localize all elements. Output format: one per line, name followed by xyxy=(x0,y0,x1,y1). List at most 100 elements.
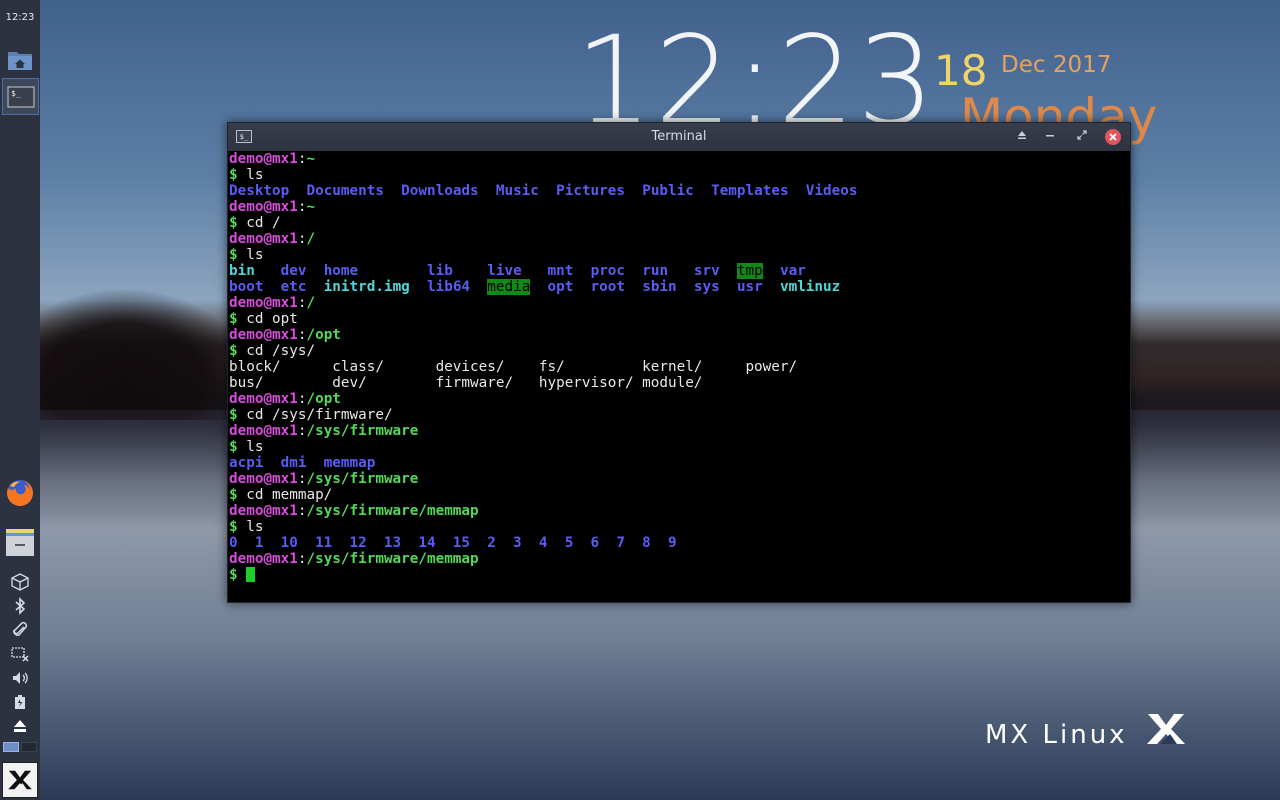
trees-left xyxy=(40,290,250,420)
shade-button[interactable] xyxy=(1014,129,1030,145)
output-entry: boot xyxy=(229,279,264,295)
output-entry: sys xyxy=(693,279,720,295)
output-entry: 0 1 10 11 12 13 14 15 2 3 4 5 6 7 8 9 xyxy=(229,535,677,551)
prompt-user: demo xyxy=(229,295,264,311)
terminal-line: demo@mx1:~ xyxy=(229,199,1129,215)
terminal-line: demo@mx1:/opt xyxy=(229,327,1129,343)
output-entry: Pictures xyxy=(556,183,625,199)
prompt-path: / xyxy=(306,231,316,247)
prompt-user: demo xyxy=(229,551,264,567)
command-text: cd /sys/firmware/ xyxy=(246,407,393,423)
terminal-line: demo@mx1:/opt xyxy=(229,391,1129,407)
output-entry: srv xyxy=(693,263,720,279)
prompt-path: /sys/firmware xyxy=(306,423,419,439)
terminal-line: demo@mx1:/sys/firmware/memmap xyxy=(229,551,1129,567)
prompt-dollar: $ xyxy=(229,167,238,183)
clipboard-tray-item[interactable] xyxy=(8,620,32,640)
mx-menu-icon xyxy=(8,770,32,790)
prompt-host: @mx1 xyxy=(263,151,298,167)
prompt-dollar: $ xyxy=(229,567,238,583)
panel-clock[interactable]: 12:23 xyxy=(0,12,40,23)
prompt-dollar: $ xyxy=(229,487,238,503)
terminal-line: demo@mx1:~ xyxy=(229,151,1129,167)
prompt-user: demo xyxy=(229,503,264,519)
file-manager-launcher[interactable] xyxy=(2,524,38,560)
prompt-host: @mx1 xyxy=(263,231,298,247)
close-button[interactable] xyxy=(1105,129,1121,145)
prompt-user: demo xyxy=(229,391,264,407)
terminal-line: demo@mx1:/sys/firmware xyxy=(229,423,1129,439)
prompt-user: demo xyxy=(229,423,264,439)
prompt-host: @mx1 xyxy=(263,199,298,215)
terminal-window[interactable]: $_ Terminal demo@mx1:~ $ ls Desktop Docume… xyxy=(227,122,1131,603)
workspace-2[interactable] xyxy=(21,742,37,752)
output-entry: mnt xyxy=(547,263,574,279)
terminal-launcher[interactable]: $_ xyxy=(2,78,39,115)
close-icon xyxy=(1109,133,1117,141)
output-text: block/ class/ devices/ fs/ kernel/ power… xyxy=(229,359,798,375)
package-tray-item[interactable] xyxy=(8,572,32,592)
mx-menu-button[interactable] xyxy=(2,762,38,798)
output-entry: initrd.img xyxy=(323,279,410,295)
output-entry: Public xyxy=(642,183,694,199)
output-entry: root xyxy=(590,279,626,295)
output-entry: media xyxy=(487,279,531,295)
terminal-line: $ ls xyxy=(229,247,1129,263)
terminal-line: block/ class/ devices/ fs/ kernel/ power… xyxy=(229,359,1129,375)
firefox-launcher[interactable] xyxy=(2,475,38,511)
screenshot-tray-item[interactable] xyxy=(8,644,32,664)
battery-tray-item[interactable] xyxy=(8,692,32,712)
package-icon xyxy=(11,573,29,591)
terminal-line: bus/ dev/ firmware/ hypervisor/ module/ xyxy=(229,375,1129,391)
firefox-icon xyxy=(6,480,34,506)
workspace-1[interactable] xyxy=(3,742,19,752)
output-entry: proc xyxy=(590,263,626,279)
vertical-panel: 12:23 $_ xyxy=(0,0,40,800)
minimize-button[interactable] xyxy=(1042,129,1058,145)
svg-text:$_: $_ xyxy=(11,89,21,98)
home-folder-icon xyxy=(8,52,32,70)
prompt-path: ~ xyxy=(306,199,316,215)
output-entry: Templates xyxy=(711,183,789,199)
command-text: cd / xyxy=(246,215,281,231)
home-folder-launcher[interactable] xyxy=(2,42,38,78)
terminal-icon: $_ xyxy=(7,86,34,107)
prompt-dollar: $ xyxy=(229,247,238,263)
prompt-path: / xyxy=(306,295,316,311)
volume-tray-item[interactable] xyxy=(8,668,32,688)
terminal-line: $ ls xyxy=(229,519,1129,535)
terminal-titlebar[interactable]: $_ Terminal xyxy=(228,123,1130,151)
prompt-user: demo xyxy=(229,151,264,167)
prompt-path: /opt xyxy=(306,391,341,407)
bluetooth-tray-item[interactable] xyxy=(8,596,32,616)
output-entry: lib xyxy=(427,263,453,279)
terminal-output[interactable]: demo@mx1:~ $ ls Desktop Documents Download… xyxy=(229,151,1129,601)
prompt-user: demo xyxy=(229,471,264,487)
terminal-line: acpi dmi memmap xyxy=(229,455,1129,471)
command-text: cd memmap/ xyxy=(246,487,333,503)
mx-logo-mark-icon xyxy=(1147,714,1185,744)
prompt-host: @mx1 xyxy=(263,327,298,343)
maximize-button[interactable] xyxy=(1074,129,1090,145)
shade-icon xyxy=(1018,131,1026,139)
eject-tray-item[interactable] xyxy=(8,716,32,736)
bluetooth-icon xyxy=(15,597,26,615)
output-entry: Videos xyxy=(805,183,858,199)
